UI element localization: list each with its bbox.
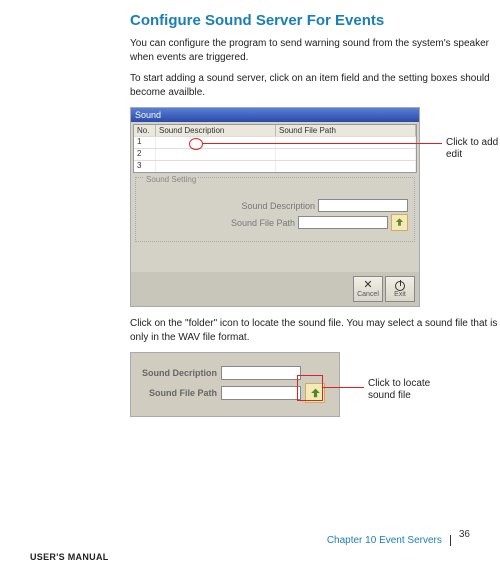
callout-line xyxy=(202,143,442,144)
table-row[interactable]: 2 xyxy=(134,148,416,160)
callout-line xyxy=(322,387,364,388)
sound-table: No. Sound Description Sound File Path 1 … xyxy=(133,124,417,173)
col-path: Sound File Path xyxy=(276,125,416,136)
desc-label-2: Sound Decription xyxy=(139,368,217,378)
table-row[interactable]: 1 xyxy=(134,136,416,148)
desc-label: Sound Description xyxy=(241,201,315,211)
folder-icon[interactable] xyxy=(391,214,408,231)
exit-button[interactable]: Exit xyxy=(385,276,415,302)
col-no: No. xyxy=(134,125,156,136)
page-number: 36 xyxy=(451,529,470,540)
sound-description-input[interactable] xyxy=(318,199,408,212)
power-icon xyxy=(395,281,405,291)
callout-box xyxy=(297,375,323,401)
paragraph-3: Click on the "folder" icon to locate the… xyxy=(130,317,500,344)
col-desc: Sound Description xyxy=(156,125,276,136)
sound-dialog-screenshot: Sound No. Sound Description Sound File P… xyxy=(130,107,420,307)
intro-paragraph-2: To start adding a sound server, click on… xyxy=(130,72,500,99)
sound-setting-screenshot: Sound Decription Sound File Path xyxy=(130,352,340,417)
annotation-locate-file: Click to locate sound file xyxy=(368,378,458,402)
chapter-label: Chapter 10 Event Servers xyxy=(327,535,451,546)
sound-file-path-input-2[interactable] xyxy=(221,386,301,400)
table-row[interactable]: 3 xyxy=(134,160,416,172)
panel-title: Sound Setting xyxy=(144,175,198,184)
page-title: Configure Sound Server For Events xyxy=(130,12,500,29)
annotation-add-edit: Click to add or edit xyxy=(446,137,500,161)
dialog-titlebar: Sound xyxy=(131,108,419,122)
sound-description-input-2[interactable] xyxy=(221,366,301,380)
path-label-2: Sound File Path xyxy=(139,388,217,398)
sound-file-path-input[interactable] xyxy=(298,216,388,229)
close-icon: ✕ xyxy=(363,280,372,291)
sound-setting-panel: Sound Setting Sound Description Sound Fi… xyxy=(135,177,415,242)
footer-manual: USER'S MANUAL xyxy=(30,552,470,562)
cancel-button[interactable]: ✕ Cancel xyxy=(353,276,383,302)
path-label: Sound File Path xyxy=(231,218,295,228)
intro-paragraph-1: You can configure the program to send wa… xyxy=(130,37,500,64)
